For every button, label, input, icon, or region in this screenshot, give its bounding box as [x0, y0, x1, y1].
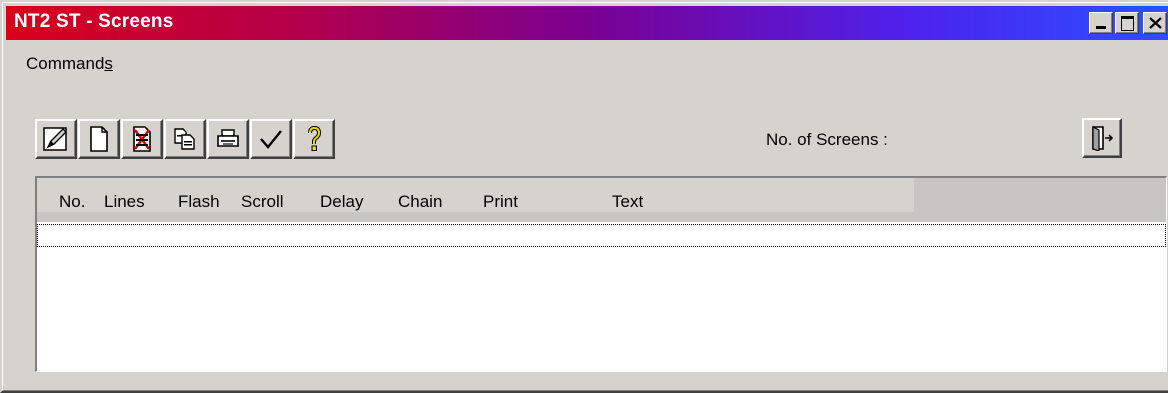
exit-door-icon [1092, 126, 1114, 151]
check-icon [260, 130, 282, 149]
column-header-lines[interactable]: Lines [104, 192, 145, 212]
column-header-scroll[interactable]: Scroll [241, 192, 284, 212]
list-body[interactable] [37, 222, 1166, 371]
maximize-button[interactable] [1115, 12, 1139, 34]
edit-button[interactable] [35, 119, 77, 159]
window-title: NT2 ST - Screens [14, 11, 174, 32]
menu-commands-label: Command [26, 54, 105, 73]
exit-button[interactable] [1082, 118, 1122, 158]
list-header-band [37, 178, 914, 212]
print-button[interactable] [207, 119, 249, 159]
title-bar[interactable]: NT2 ST - Screens [6, 6, 1168, 40]
focused-empty-row[interactable] [37, 224, 1166, 247]
new-screen-button[interactable] [78, 119, 120, 159]
copy-screen-button[interactable] [164, 119, 206, 159]
menu-commands[interactable]: Commands [26, 54, 113, 74]
screen-count-label: No. of Screens : [766, 130, 888, 149]
column-header-delay[interactable]: Delay [320, 192, 363, 212]
minimize-button[interactable] [1089, 12, 1113, 34]
copy-icon [174, 128, 195, 150]
menu-commands-mnemonic: s [104, 54, 113, 73]
column-header-no[interactable]: No. [59, 192, 85, 212]
list-header: No. Lines Flash Scroll Delay Chain Print… [37, 178, 1166, 222]
column-header-chain[interactable]: Chain [398, 192, 442, 212]
close-icon [1149, 17, 1162, 29]
column-header-text[interactable]: Text [612, 192, 643, 212]
edit-pencil-icon [43, 127, 67, 151]
new-page-icon [90, 126, 108, 152]
delete-screen-button[interactable] [121, 119, 163, 159]
help-button[interactable] [293, 119, 335, 159]
column-header-flash[interactable]: Flash [178, 192, 220, 212]
check-button[interactable] [250, 119, 292, 159]
screens-list[interactable]: No. Lines Flash Scroll Delay Chain Print… [35, 176, 1167, 372]
close-button[interactable] [1143, 12, 1167, 34]
column-header-print[interactable]: Print [483, 192, 518, 212]
help-icon [308, 125, 322, 151]
print-icon [217, 129, 239, 147]
toolbar [35, 119, 336, 159]
delete-page-icon [133, 126, 151, 152]
screens-window: NT2 ST - Screens Commands No. of Screens… [0, 0, 1168, 393]
